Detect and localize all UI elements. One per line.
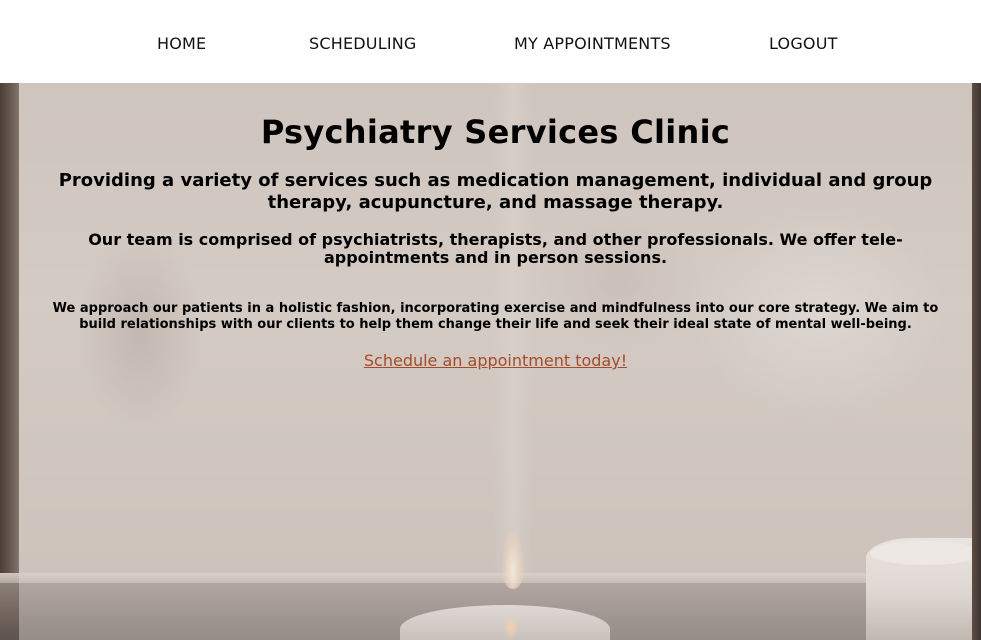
services-tagline: Providing a variety of services such as … bbox=[58, 170, 933, 213]
nav-logout-link[interactable]: LOGOUT bbox=[769, 34, 838, 53]
approach-description: We approach our patients in a holistic f… bbox=[52, 301, 939, 332]
nav-home-link[interactable]: HOME bbox=[157, 34, 206, 53]
top-navigation: HOME SCHEDULING MY APPOINTMENTS LOGOUT bbox=[0, 0, 981, 83]
nav-scheduling-link[interactable]: SCHEDULING bbox=[309, 34, 417, 53]
window-frame-left bbox=[0, 83, 19, 640]
main-content: Psychiatry Services Clinic Providing a v… bbox=[19, 83, 972, 640]
schedule-appointment-link[interactable]: Schedule an appointment today! bbox=[19, 351, 972, 370]
window-frame-right bbox=[972, 83, 981, 640]
team-description: Our team is comprised of psychiatrists, … bbox=[88, 230, 903, 267]
page-title: Psychiatry Services Clinic bbox=[260, 113, 731, 151]
nav-my-appointments-link[interactable]: MY APPOINTMENTS bbox=[514, 34, 671, 53]
